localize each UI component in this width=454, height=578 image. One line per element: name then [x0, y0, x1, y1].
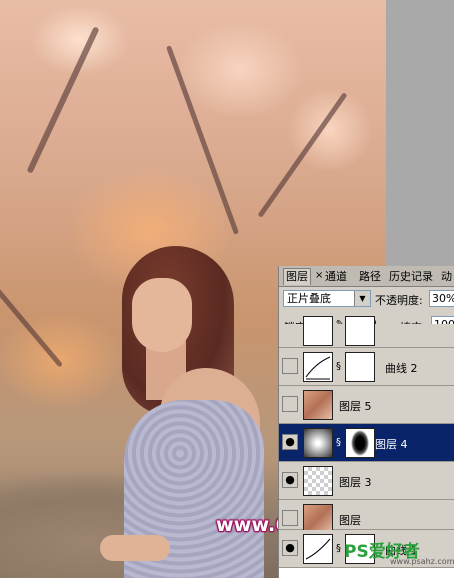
layer-mask-thumbnail: [345, 428, 375, 458]
curves-graph-icon: [305, 356, 331, 380]
tab-history[interactable]: 历史记录: [389, 269, 433, 285]
layer-row-partial[interactable]: [279, 316, 454, 348]
tree-branch: [26, 26, 100, 174]
layer-mask-thumbnail: [345, 352, 375, 382]
woman-face: [132, 278, 192, 352]
tab-paths[interactable]: 路径: [359, 269, 381, 285]
opacity-input[interactable]: 30%: [429, 290, 454, 307]
eye-icon[interactable]: ●: [282, 434, 298, 450]
eye-icon[interactable]: ●: [282, 472, 298, 488]
close-icon[interactable]: ×: [315, 270, 323, 281]
curves-thumbnail: [303, 316, 333, 346]
tree-branch: [257, 92, 348, 218]
chain-link-icon[interactable]: §: [336, 361, 341, 372]
visibility-toggle[interactable]: [282, 510, 298, 526]
layer-row-partial-photo[interactable]: 图层: [279, 500, 454, 534]
photo-thumbnail: [303, 390, 333, 420]
curves-thumbnail: [303, 534, 333, 564]
layer-mask-thumbnail: [345, 316, 375, 346]
layer-name: 图层 3: [339, 476, 372, 489]
tree-branch: [165, 45, 240, 235]
eye-icon[interactable]: ●: [282, 540, 298, 556]
layers-panel: 图层 × 通道 路径 历史记录 动 正片叠底 ▼ 不透明度: 30% 锁定: ✎…: [278, 266, 454, 578]
blend-row: 正片叠底 ▼ 不透明度: 30%: [279, 287, 454, 311]
layer-name: 曲线 2: [385, 362, 418, 375]
visibility-toggle[interactable]: [282, 358, 298, 374]
psahz-logo: PS爱好者 www.psahz.com: [344, 537, 454, 566]
layer-row-layer5[interactable]: 图层 5: [279, 386, 454, 424]
logo-url: www.psahz.com: [390, 557, 454, 566]
chain-link-icon[interactable]: §: [336, 543, 341, 554]
tree-branch: [0, 272, 63, 368]
tab-layers[interactable]: 图层: [283, 268, 311, 285]
curves-thumbnail: [303, 352, 333, 382]
layer-row-curves2[interactable]: § 曲线 2: [279, 348, 454, 386]
blend-mode-value: 正片叠底: [287, 292, 331, 305]
layer-name: 图层 4: [375, 438, 408, 451]
layer-row-layer3[interactable]: ● 图层 3: [279, 462, 454, 500]
gradient-thumbnail: [303, 428, 333, 458]
blend-mode-select[interactable]: 正片叠底 ▼: [283, 290, 371, 307]
layer-name: 图层: [339, 514, 361, 527]
chain-link-icon[interactable]: §: [336, 437, 341, 448]
woman-arm: [100, 535, 170, 561]
visibility-toggle[interactable]: [282, 396, 298, 412]
opacity-label: 不透明度:: [375, 294, 423, 307]
curves-graph-icon: [305, 538, 331, 560]
dropdown-arrow-icon[interactable]: ▼: [354, 291, 370, 306]
layer-name: 图层 5: [339, 400, 372, 413]
layer-row-layer4[interactable]: ● § 图层 4: [279, 424, 454, 462]
tab-actions[interactable]: 动: [441, 269, 452, 285]
panel-tabs: 图层 × 通道 路径 历史记录 动: [279, 266, 454, 287]
tab-channels[interactable]: 通道: [325, 269, 347, 285]
transparent-thumbnail: [303, 466, 333, 496]
